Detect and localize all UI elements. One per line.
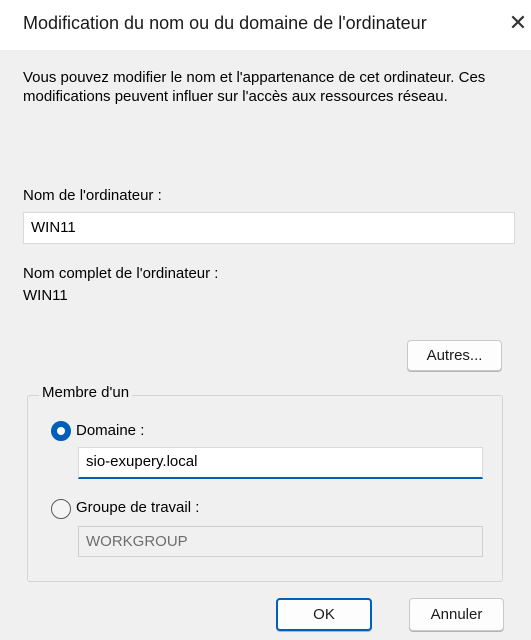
cancel-button[interactable]: Annuler — [409, 598, 504, 631]
workgroup-radio[interactable] — [51, 499, 71, 519]
domain-label: Domaine : — [76, 422, 145, 439]
close-icon[interactable]: ✕ — [505, 10, 531, 36]
title-bar: Modification du nom ou du domaine de l'o… — [0, 0, 531, 50]
workgroup-label: Groupe de travail : — [76, 499, 200, 516]
membership-legend: Membre d'un — [39, 384, 133, 401]
full-name-label: Nom complet de l'ordinateur : — [23, 265, 219, 282]
dialog-title: Modification du nom ou du domaine de l'o… — [23, 13, 427, 33]
dialog-description: Vous pouvez modifier le nom et l'apparte… — [23, 69, 486, 105]
domain-radio[interactable] — [51, 421, 71, 441]
computer-name-input[interactable]: WIN11 — [23, 212, 515, 244]
domain-input[interactable]: sio-exupery.local — [78, 447, 483, 479]
ok-button[interactable]: OK — [276, 598, 372, 631]
workgroup-input: WORKGROUP — [78, 526, 483, 557]
full-name-value: WIN11 — [23, 287, 68, 304]
more-button[interactable]: Autres... — [407, 340, 502, 371]
computer-name-label: Nom de l'ordinateur : — [23, 187, 162, 204]
